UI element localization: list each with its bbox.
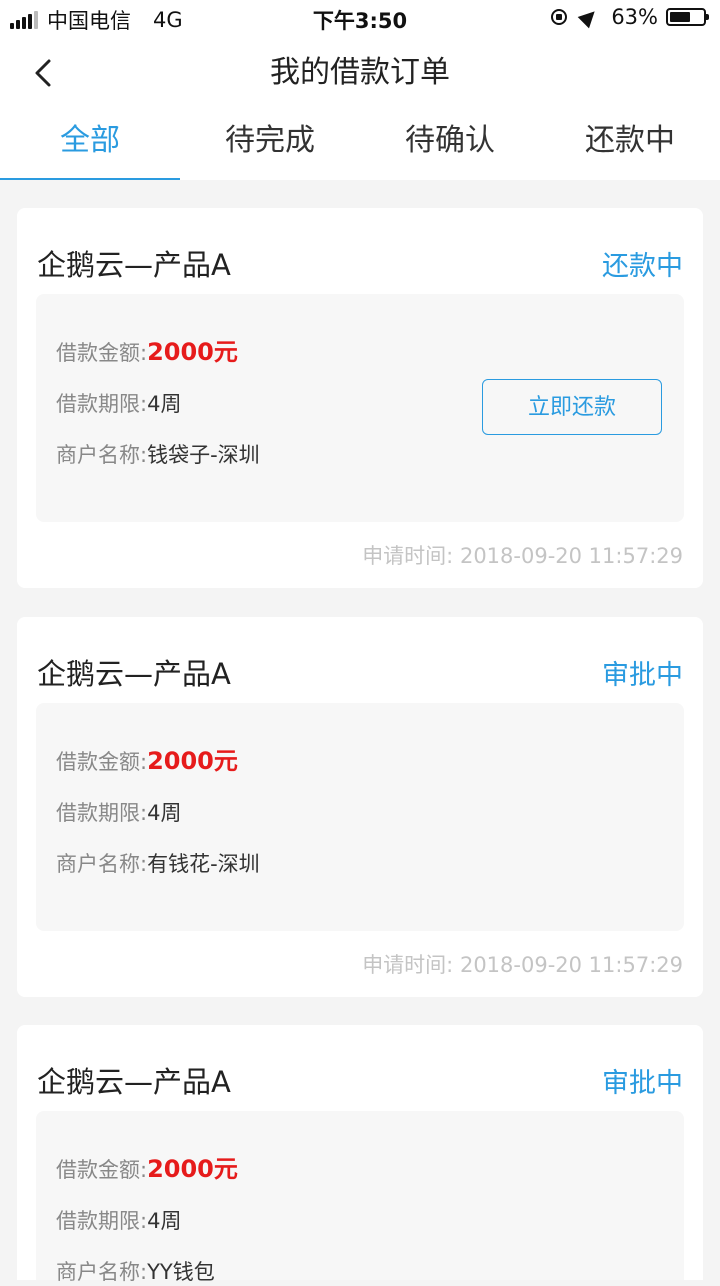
order-product-name: 企鹅云—产品A [37,248,231,282]
merchant-value: 有钱花-深圳 [147,852,260,876]
nav-bar: 我的借款订单 [0,36,720,110]
amount-label: 借款金额: [56,750,148,774]
order-detail: 借款金额: 2000元 借款期限: 4周 商户名称: YY钱包 [36,1111,684,1284]
orientation-lock-icon [551,9,568,25]
merchant-row: 商户名称: YY钱包 [56,1256,215,1286]
order-card[interactable]: 企鹅云—产品A 审批中 借款金额: 2000元 借款期限: 4周 商户名称: 有… [17,617,703,997]
order-detail: 借款金额: 2000元 借款期限: 4周 商户名称: 钱袋子-深圳 立即还款 [36,294,684,522]
amount-value: 2000元 [147,747,238,775]
merchant-label: 商户名称: [56,852,148,876]
battery-icon [666,8,709,26]
term-row: 借款期限: 4周 [56,1205,181,1235]
status-right: 63% [551,5,709,29]
term-label: 借款期限: [56,392,148,416]
order-card[interactable]: 企鹅云—产品A 审批中 借款金额: 2000元 借款期限: 4周 商户名称: Y… [17,1025,703,1284]
amount-row: 借款金额: 2000元 [56,741,238,776]
amount-label: 借款金额: [56,341,148,365]
merchant-value: 钱袋子-深圳 [147,443,260,467]
location-icon [577,5,601,29]
apply-time-label: 申请时间: [362,953,454,977]
order-status: 审批中 [602,1068,683,1099]
amount-row: 借款金额: 2000元 [56,1149,238,1184]
merchant-value: YY钱包 [147,1260,215,1284]
order-status: 审批中 [602,660,683,691]
order-card[interactable]: 企鹅云—产品A 还款中 借款金额: 2000元 借款期限: 4周 商户名称: 钱… [17,208,703,588]
term-value: 4周 [147,801,182,825]
apply-time-value: 2018-09-20 11:57:29 [459,953,683,977]
amount-value: 2000元 [147,1155,238,1183]
status-bar: 中国电信 4G 下午3:50 63% [0,0,720,36]
term-value: 4周 [147,1209,182,1233]
merchant-row: 商户名称: 有钱花-深圳 [56,848,260,878]
order-product-name: 企鹅云—产品A [37,657,231,691]
term-label: 借款期限: [56,801,148,825]
tab-pending[interactable]: 待完成 [180,110,360,180]
tab-repaying[interactable]: 还款中 [540,110,720,180]
tab-to-confirm[interactable]: 待确认 [360,110,540,180]
battery-percent: 63% [611,5,658,29]
tab-bar: 全部 待完成 待确认 还款中 [0,110,720,180]
page-title: 我的借款订单 [270,55,450,90]
apply-time-label: 申请时间: [362,544,454,568]
chevron-left-icon[interactable] [30,58,60,88]
amount-label: 借款金额: [56,1158,148,1182]
amount-row: 借款金额: 2000元 [56,332,238,367]
merchant-label: 商户名称: [56,1260,148,1284]
repay-now-button[interactable]: 立即还款 [482,379,662,435]
merchant-row: 商户名称: 钱袋子-深圳 [56,439,260,469]
term-row: 借款期限: 4周 [56,388,181,418]
term-row: 借款期限: 4周 [56,797,181,827]
amount-value: 2000元 [147,338,238,366]
order-product-name: 企鹅云—产品A [37,1065,231,1099]
tab-all[interactable]: 全部 [0,110,180,180]
battery-fill [670,12,691,22]
term-value: 4周 [147,392,182,416]
apply-time-value: 2018-09-20 11:57:29 [459,544,683,568]
order-detail: 借款金额: 2000元 借款期限: 4周 商户名称: 有钱花-深圳 [36,703,684,931]
term-label: 借款期限: [56,1209,148,1233]
order-status: 还款中 [602,251,683,282]
merchant-label: 商户名称: [56,443,148,467]
apply-time: 申请时间: 2018-09-20 11:57:29 [362,540,683,570]
apply-time: 申请时间: 2018-09-20 11:57:29 [362,949,683,979]
